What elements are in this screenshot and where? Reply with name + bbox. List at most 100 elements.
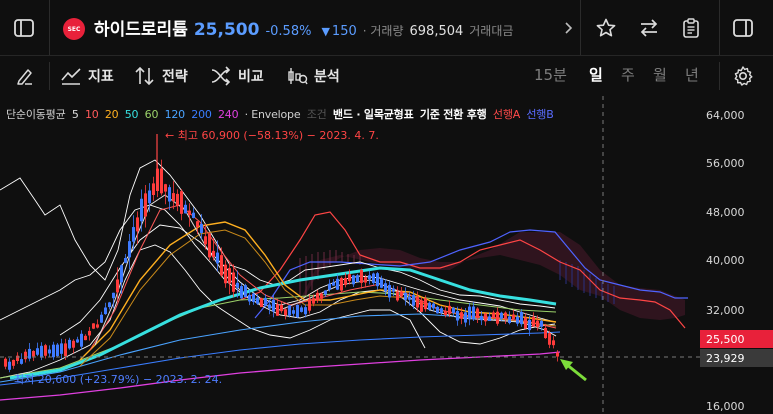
stock-name[interactable]: 하이드로리튬	[94, 15, 188, 40]
candle	[316, 292, 319, 301]
candle	[428, 302, 431, 310]
change-amount: 150	[331, 24, 357, 39]
period-week[interactable]: 주	[621, 64, 635, 85]
candle	[32, 350, 35, 357]
right-panel-toggle-button[interactable]	[729, 14, 757, 42]
down-arrow-icon: ▼	[321, 25, 330, 38]
candle	[8, 361, 11, 370]
candle	[508, 316, 511, 324]
order-button[interactable]	[677, 14, 705, 42]
candle	[128, 241, 131, 258]
cursor-price-label: 23,929	[706, 352, 745, 365]
strategy-button[interactable]: 전략	[134, 64, 188, 88]
stock-badge-text: SEC	[67, 25, 81, 33]
candle	[376, 273, 379, 287]
candle	[88, 330, 91, 336]
period-year[interactable]: 년	[685, 64, 699, 85]
candle	[300, 307, 303, 312]
compare-button[interactable]: 비교	[210, 64, 264, 88]
drawing-button[interactable]	[12, 64, 38, 88]
candle	[320, 293, 323, 299]
candle	[492, 312, 495, 318]
change-percent: -0.58%	[265, 24, 312, 39]
candle	[440, 308, 443, 313]
amount-label: 거래대금	[469, 24, 514, 38]
sidebar-toggle-button[interactable]	[10, 14, 38, 42]
trend-line-icon	[61, 68, 81, 85]
candle	[276, 304, 279, 316]
candle	[504, 312, 507, 319]
indicator-legend[interactable]: 단순이동평균 5 10 20 50 60 120 200 240 · Envel…	[6, 106, 557, 122]
scroll-info-button[interactable]	[560, 16, 576, 40]
candle	[340, 277, 343, 291]
candle	[448, 305, 451, 314]
candle	[220, 255, 223, 276]
price-tick: 56,000	[706, 157, 745, 170]
candle	[244, 285, 247, 298]
candle	[520, 312, 523, 325]
candle	[264, 297, 267, 306]
current-price-label: 25,500	[706, 333, 745, 346]
candle	[20, 359, 23, 364]
candle	[432, 303, 435, 309]
candle	[360, 270, 363, 283]
candle	[292, 310, 295, 314]
pen-icon	[17, 69, 32, 85]
candle	[284, 309, 287, 316]
candle	[136, 217, 139, 232]
divider	[580, 0, 581, 55]
candle	[548, 333, 551, 345]
candle	[392, 288, 395, 292]
candle	[452, 307, 455, 314]
candle	[420, 300, 423, 312]
candle	[464, 312, 467, 323]
period-15min[interactable]: 15분	[534, 64, 567, 85]
candle	[436, 306, 439, 314]
candle	[280, 304, 283, 312]
candle	[388, 284, 391, 298]
candle	[444, 311, 447, 315]
indicator-button[interactable]: 지표	[60, 64, 114, 88]
candle	[356, 275, 359, 283]
candle	[196, 221, 199, 228]
candle	[252, 293, 255, 302]
candle	[344, 278, 347, 285]
candle	[312, 298, 315, 304]
candle	[176, 193, 179, 206]
candle	[16, 355, 19, 362]
candle	[188, 210, 191, 215]
band-label: 밴드 · 일목균형표	[332, 108, 414, 121]
candle	[540, 320, 543, 327]
candle	[248, 294, 251, 302]
ma-period-240: 240	[217, 108, 239, 121]
analysis-button[interactable]: 분석	[286, 64, 340, 88]
divider	[49, 62, 50, 90]
swap-arrows-icon	[640, 19, 658, 37]
candle	[332, 282, 335, 286]
period-month[interactable]: 월	[653, 64, 667, 85]
candle	[524, 317, 527, 329]
price-chart[interactable]: ← 최고 60,900 (−58.13%) − 2023. 4. 7. 최저 2…	[0, 96, 773, 414]
candle	[500, 312, 503, 319]
settings-button[interactable]	[729, 64, 757, 88]
candle	[12, 359, 15, 366]
shuffle-icon	[211, 66, 231, 86]
candle	[116, 279, 119, 293]
ichimoku-items: 기준 전환 후행	[419, 108, 487, 121]
candle	[180, 191, 183, 214]
candle	[364, 277, 367, 283]
candle	[208, 233, 211, 258]
candle	[164, 184, 167, 192]
span-b-label: 선행B	[526, 108, 554, 121]
candle	[384, 283, 387, 292]
candle	[76, 339, 79, 343]
favorite-button[interactable]	[592, 14, 620, 42]
candle	[256, 297, 259, 304]
candle	[92, 323, 95, 329]
period-day[interactable]: 일	[589, 64, 603, 85]
candle	[160, 168, 163, 194]
switch-button[interactable]	[635, 14, 663, 42]
divider	[719, 0, 720, 55]
volume-value: 698,504	[409, 24, 464, 39]
candle	[460, 312, 463, 319]
